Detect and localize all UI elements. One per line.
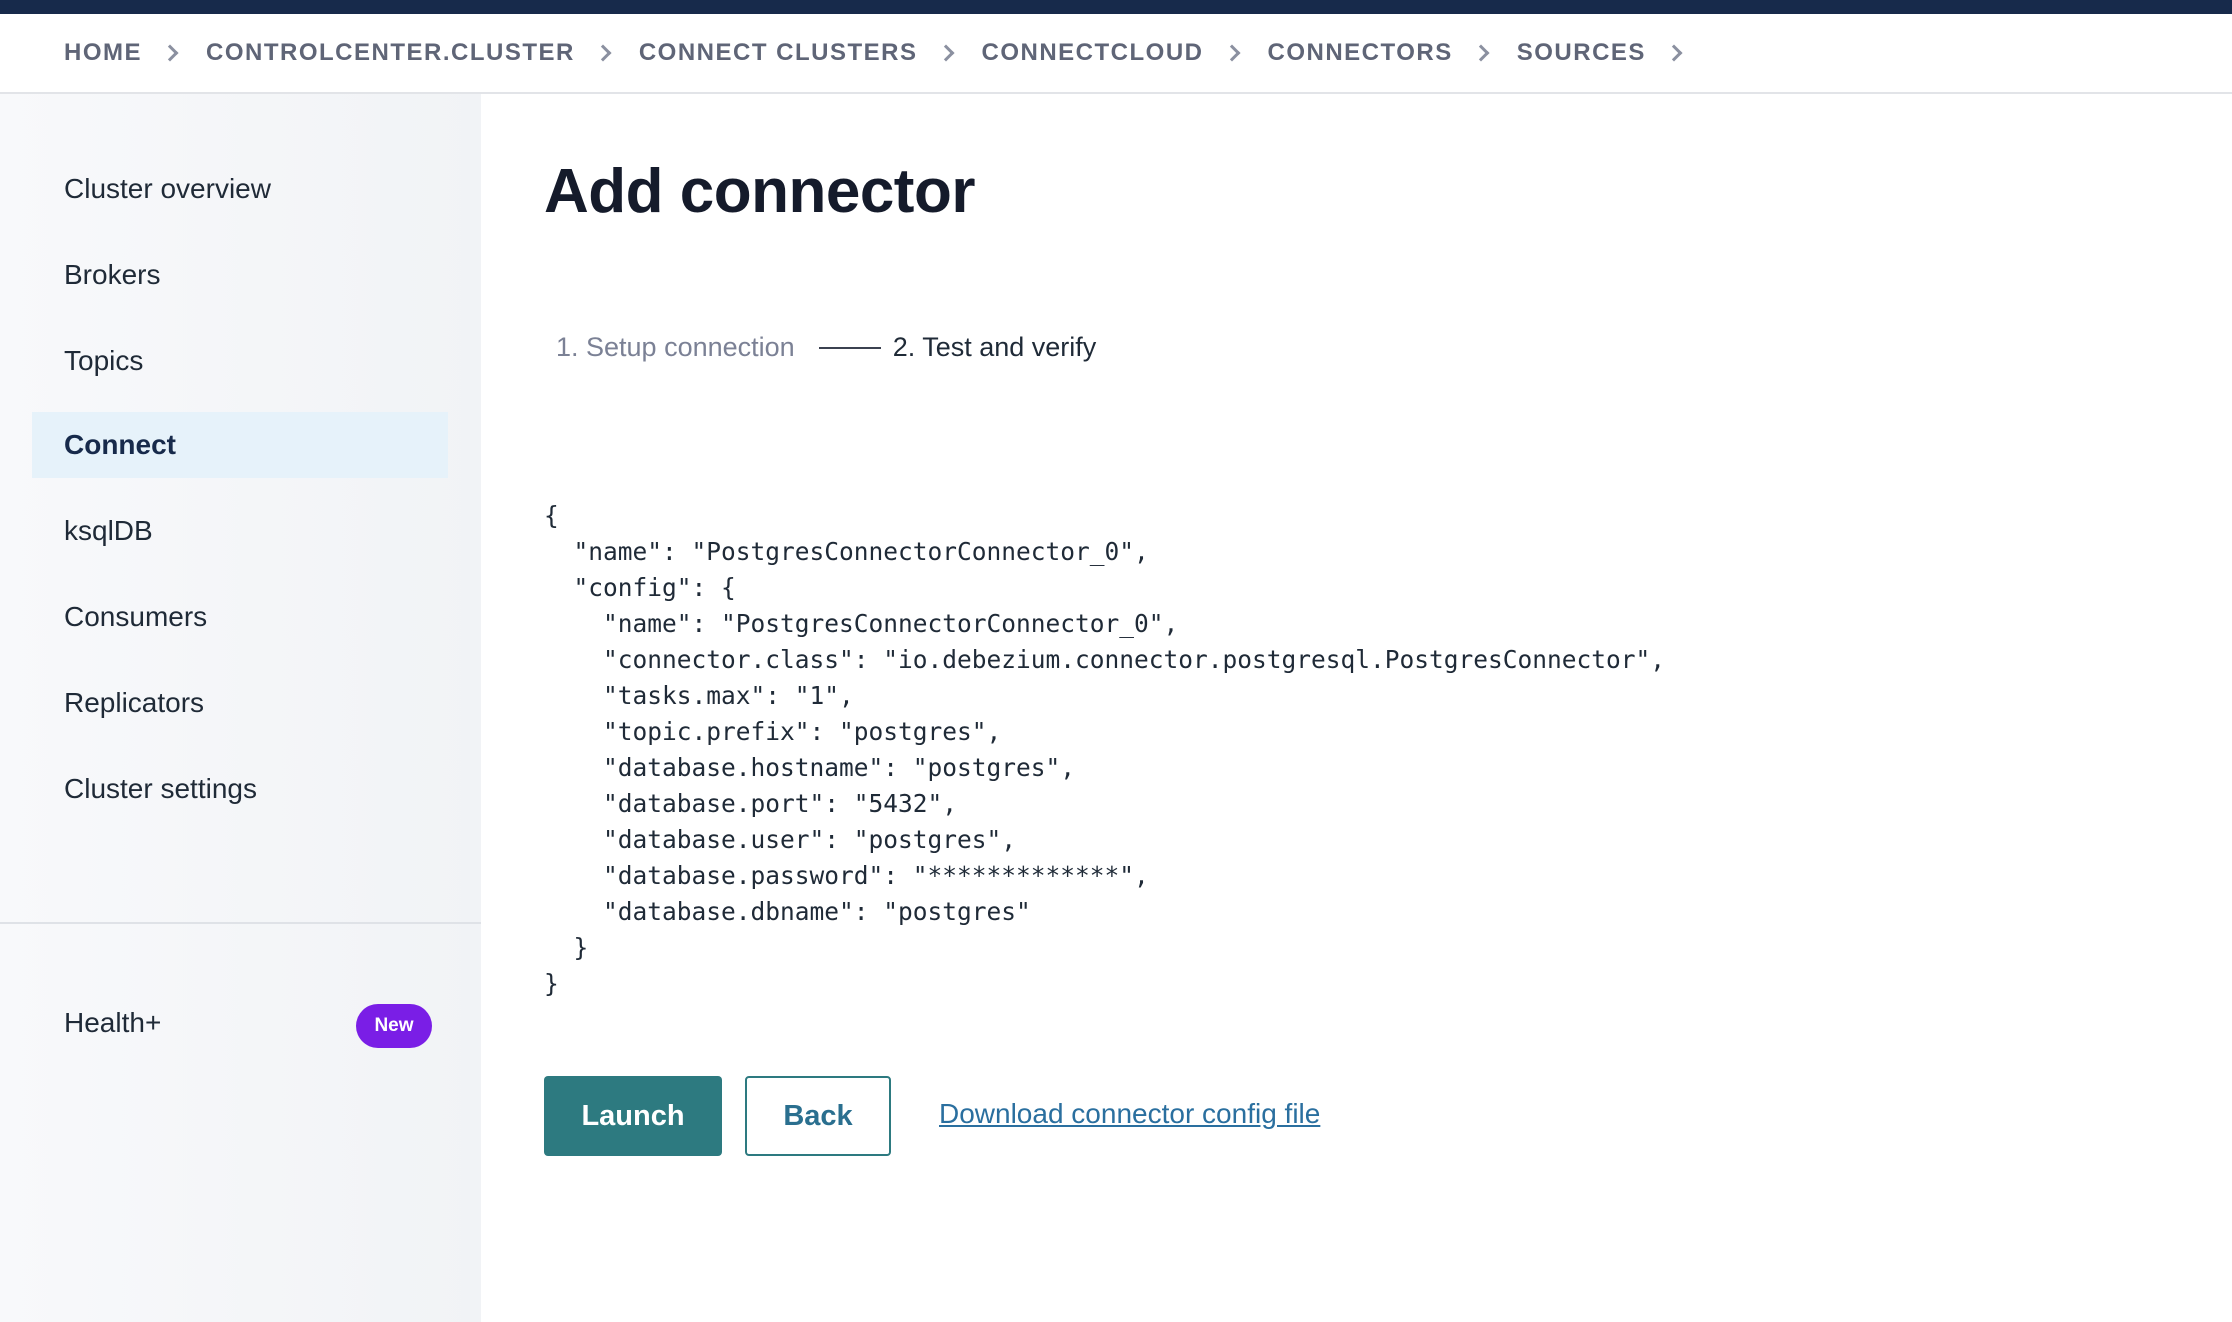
chevron-right-icon	[937, 44, 954, 62]
step-test-and-verify: 2. Test and verify	[892, 332, 1097, 362]
back-button[interactable]: Back	[745, 1076, 891, 1156]
health-plus-label: Health+	[64, 1007, 162, 1038]
chevron-right-icon	[594, 44, 612, 62]
download-config-link[interactable]: Download connector config file	[939, 1098, 1320, 1130]
sidebar-item-brokers[interactable]: Brokers	[32, 242, 448, 308]
top-bar	[0, 0, 2232, 14]
sidebar-item-replicators[interactable]: Replicators	[32, 670, 448, 736]
sidebar-item-ksqldb[interactable]: ksqlDB	[32, 498, 448, 564]
connector-config-json: { "name": "PostgresConnectorConnector_0"…	[544, 501, 1666, 998]
chevron-right-icon	[1665, 44, 1683, 62]
breadcrumb-connectors[interactable]: CONNECTORS	[1268, 39, 1453, 67]
main-content: Add connector 1. Setup connection 2. Tes…	[481, 94, 2232, 1322]
sidebar-item-cluster-settings[interactable]: Cluster settings	[32, 756, 448, 822]
breadcrumb: HOME CONTROLCENTER.CLUSTER CONNECT CLUST…	[0, 14, 2232, 94]
breadcrumb-controlcenter-cluster[interactable]: CONTROLCENTER.CLUSTER	[206, 39, 575, 67]
breadcrumb-home[interactable]: HOME	[64, 39, 142, 67]
breadcrumb-sources[interactable]: SOURCES	[1517, 39, 1646, 67]
step-setup-connection[interactable]: 1. Setup connection	[556, 332, 795, 363]
new-badge: New	[356, 1004, 432, 1048]
sidebar-item-connect[interactable]: Connect	[32, 412, 448, 478]
chevron-right-icon	[1223, 44, 1240, 62]
page-title: Add connector	[544, 157, 975, 226]
breadcrumb-connectcloud[interactable]: CONNECTCLOUD	[982, 39, 1204, 67]
breadcrumb-connect-clusters[interactable]: CONNECT CLUSTERS	[639, 39, 918, 67]
chevron-right-icon	[1472, 44, 1490, 62]
stepper: 1. Setup connection 2. Test and verify	[556, 332, 1096, 363]
launch-button[interactable]: Launch	[544, 1076, 722, 1156]
sidebar-item-consumers[interactable]: Consumers	[32, 584, 448, 650]
chevron-right-icon	[161, 44, 179, 62]
sidebar-divider	[0, 922, 481, 924]
sidebar: Cluster overview Brokers Topics Connect …	[0, 94, 481, 1322]
sidebar-item-health-plus[interactable]: Health+ New	[32, 990, 448, 1056]
sidebar-item-topics[interactable]: Topics	[32, 328, 448, 394]
sidebar-item-cluster-overview[interactable]: Cluster overview	[32, 156, 448, 222]
step-connector-line	[818, 346, 881, 349]
